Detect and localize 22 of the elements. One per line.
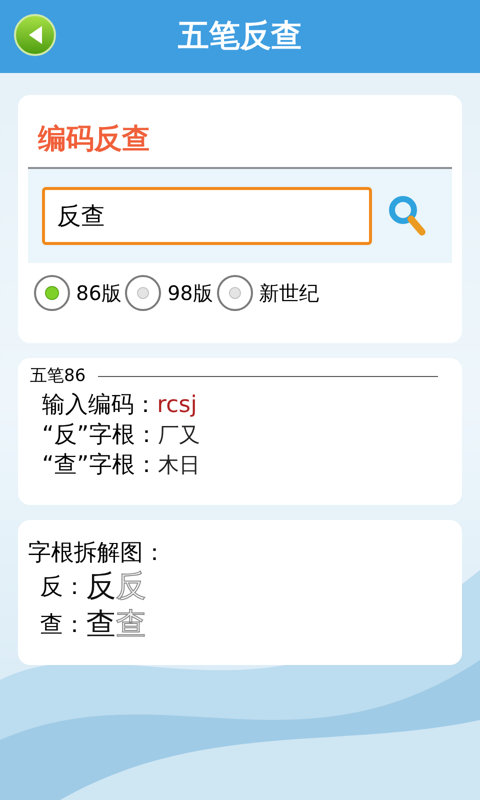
search-field[interactable]: 反查: [42, 187, 372, 245]
search-icon: [387, 194, 427, 238]
stroke-glyph: 查: [86, 606, 116, 644]
back-button[interactable]: [14, 14, 56, 56]
result-label: 输入编码：: [42, 390, 157, 420]
diagram-title: 字根拆解图：: [28, 539, 167, 568]
result-heading: 五笔86: [30, 365, 86, 388]
root-value: 木日: [158, 452, 200, 478]
stroke-glyph: 反: [86, 568, 116, 606]
result-label: “查”字根：: [42, 450, 158, 480]
result-label: “反”字根：: [42, 420, 158, 450]
stroke-glyph: 反: [116, 568, 146, 606]
version-radio[interactable]: 98版: [125, 275, 213, 311]
version-radio[interactable]: 新世纪: [216, 275, 319, 311]
stroke-glyph: 查: [116, 606, 146, 644]
root-value: 厂又: [158, 422, 200, 448]
version-radio[interactable]: 86版: [34, 275, 122, 311]
code-value: rcsj: [157, 390, 197, 420]
page-title: 五笔反查: [178, 17, 302, 56]
diagram-label: 查：: [40, 611, 86, 640]
diagram-label: 反：: [40, 573, 86, 602]
section-title: 编码反查: [36, 121, 151, 157]
